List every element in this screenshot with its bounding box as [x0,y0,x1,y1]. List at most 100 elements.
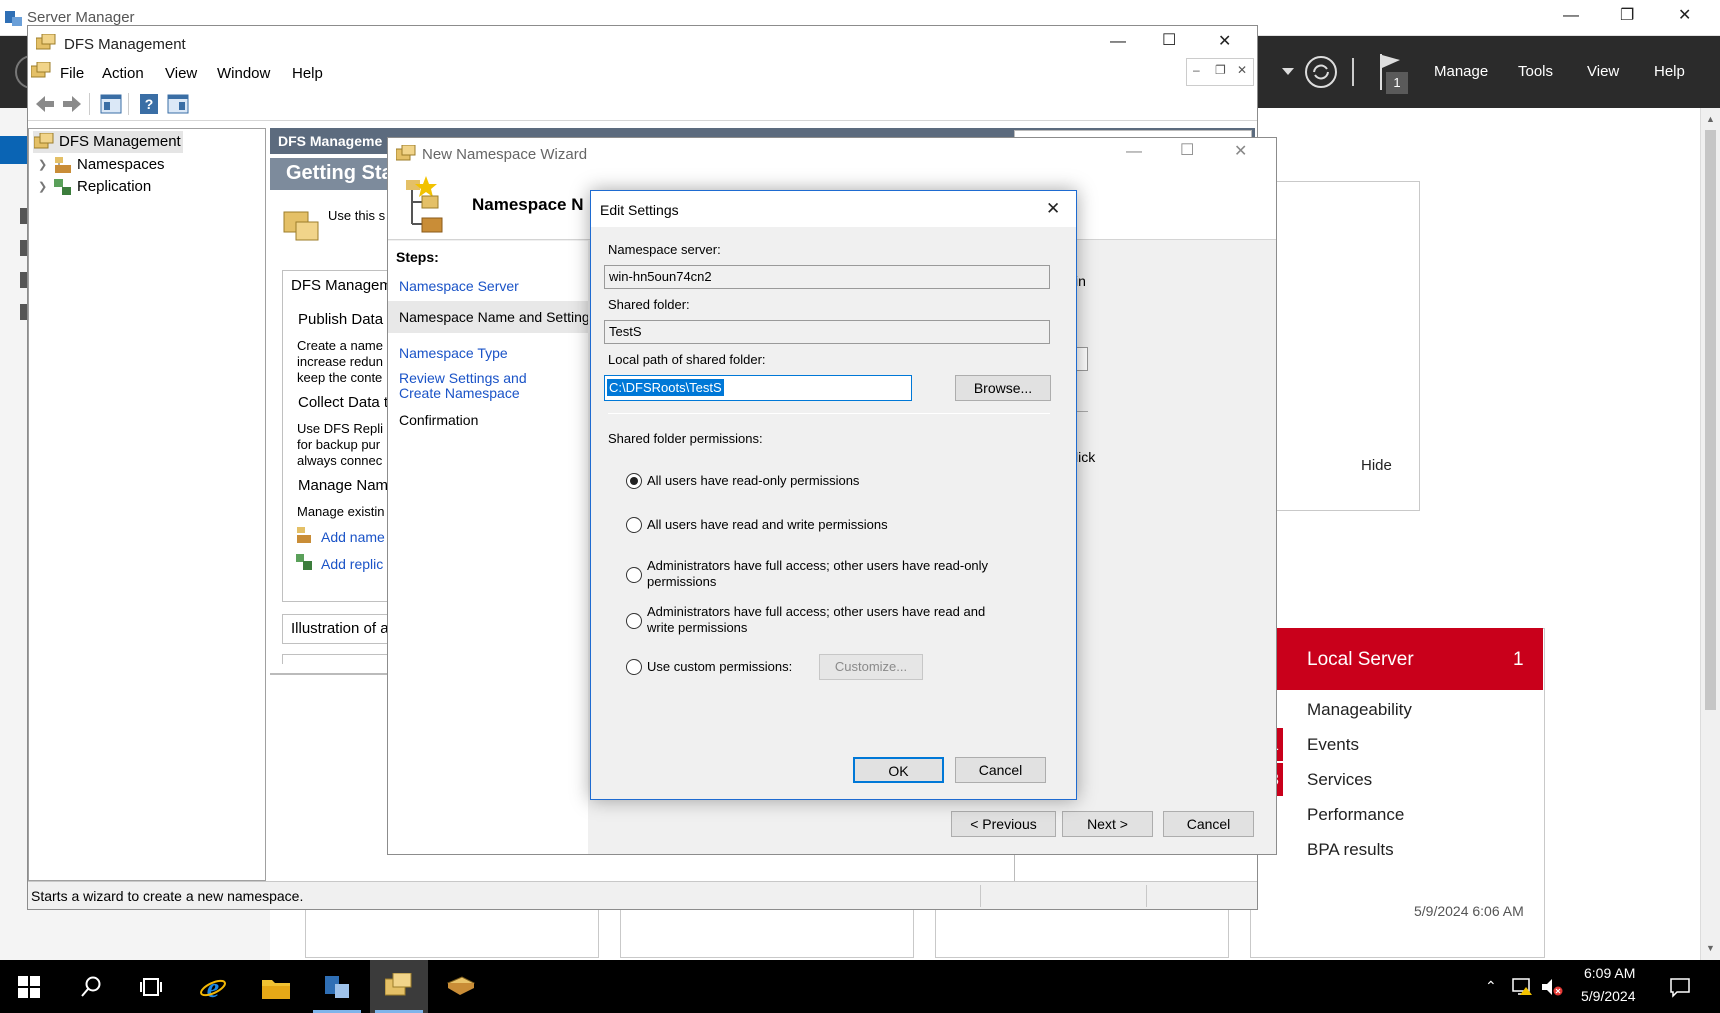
help-icon[interactable]: ? [138,93,160,115]
taskbar-server-manager[interactable] [308,960,366,1013]
wizard-maximize-button[interactable]: ☐ [1180,143,1194,159]
close-button[interactable]: ✕ [1678,8,1691,24]
dfs-maximize-button[interactable]: ☐ [1162,33,1176,49]
local-server-row-events[interactable]: 1 Events [1250,728,1543,763]
taskbar-dfs-management[interactable] [370,960,428,1013]
menu-window[interactable]: Window [217,65,270,82]
network-icon[interactable] [1512,977,1534,997]
radio-button[interactable] [626,517,642,533]
start-windows-icon[interactable] [18,976,40,998]
cancel-button[interactable]: Cancel [955,757,1046,783]
radio-button[interactable] [626,567,642,583]
vertical-scrollbar[interactable]: ▲ ▼ [1700,108,1720,960]
wizard-minimize-button[interactable]: — [1126,144,1142,160]
clock-time[interactable]: 6:09 AM [1584,965,1635,981]
radio-admin-full-read-write[interactable]: Administrators have full access; other u… [626,604,1026,638]
forward-arrow-icon[interactable] [61,94,83,114]
dialog-close-button[interactable]: ✕ [1046,200,1060,217]
tree-label: Replication [77,178,152,195]
add-replication-link[interactable]: Add replic [321,556,383,572]
mdi-restore-button[interactable]: ❐ [1215,63,1226,77]
task-view-icon[interactable] [140,976,162,998]
radio-read-write[interactable]: All users have read and write permission… [626,516,1026,536]
radio-label: All users have read-only permissions [647,473,860,488]
restore-button[interactable]: ❐ [1620,8,1634,24]
book-icon [446,975,476,997]
radio-button[interactable] [626,613,642,629]
scrollbar-thumb[interactable] [1705,130,1716,710]
tree-item-replication[interactable]: Replication [53,176,183,198]
local-path-input[interactable]: C:\DFSRoots\TestS [604,375,912,401]
browse-button[interactable]: Browse... [955,375,1051,401]
menu-help[interactable]: Help [292,65,323,82]
collect-heading: Collect Data t [298,394,389,411]
mdi-close-button[interactable]: ✕ [1237,63,1247,77]
manage-heading: Manage Nam [298,477,389,494]
show-hide-tree-icon[interactable] [100,93,122,115]
menu-file[interactable]: File [60,65,84,82]
namespace-server-field[interactable]: win-hn5oun74cn2 [604,265,1050,289]
step-review-settings[interactable]: Review Settings and Create Namespace [399,371,569,401]
clock-date[interactable]: 5/9/2024 [1581,988,1636,1004]
server-label: Namespace server: [608,242,721,257]
dropdown-arrow-icon[interactable] [1282,68,1294,76]
step-namespace-server[interactable]: Namespace Server [399,278,519,294]
scroll-up-arrow[interactable]: ▲ [1706,114,1715,124]
expand-namespaces-icon[interactable]: ❯ [38,158,47,171]
window-title: Server Manager [27,9,135,26]
add-namespace-icon [295,526,313,544]
step-namespace-name-settings: Namespace Name and Settings [399,309,597,325]
shared-folder-field[interactable]: TestS [604,320,1050,344]
wizard-cancel-button[interactable]: Cancel [1163,811,1254,837]
menu-tools[interactable]: Tools [1518,63,1553,80]
hide-link[interactable]: Hide [1361,457,1392,474]
local-server-row-bpa[interactable]: BPA results [1250,833,1543,868]
previous-button[interactable]: < Previous [951,811,1056,837]
wizard-close-button[interactable]: ✕ [1234,144,1247,160]
mdi-minimize-button[interactable]: – [1193,63,1200,77]
local-server-header[interactable]: Local Server 1 [1250,628,1543,690]
internet-explorer-icon[interactable]: e [199,973,227,1001]
refresh-icon[interactable] [1304,55,1338,89]
radio-read-only[interactable]: All users have read-only permissions [626,472,1026,492]
ok-button[interactable]: OK [853,757,944,783]
status-bar: Starts a wizard to create a new namespac… [28,881,1257,909]
file-explorer-icon[interactable] [262,976,290,1000]
show-action-pane-icon[interactable] [167,93,189,115]
back-arrow-icon[interactable] [34,94,56,114]
taskbar: e ⌃ 6:09 AM 5/9/2024 [0,960,1720,1013]
action-center-icon[interactable] [1669,976,1691,998]
illustration-title: Illustration of a [291,620,389,637]
menu-view[interactable]: View [165,65,197,82]
local-server-row-performance[interactable]: Performance [1250,798,1543,833]
nav-dashboard-item[interactable] [0,136,28,164]
dfs-minimize-button[interactable]: — [1110,34,1126,50]
radio-button[interactable] [626,659,642,675]
local-server-row-services[interactable]: 3 Services [1250,763,1543,798]
local-server-row-manageability[interactable]: Manageability [1250,693,1543,728]
search-icon[interactable] [80,976,102,998]
minimize-button[interactable]: — [1563,8,1579,24]
tree-item-namespaces[interactable]: Namespaces [53,154,183,176]
step-namespace-type[interactable]: Namespace Type [399,345,508,361]
show-hidden-icons-chevron[interactable]: ⌃ [1485,978,1497,995]
next-button[interactable]: Next > [1062,811,1153,837]
taskbar-app[interactable] [432,960,490,1013]
radio-custom-permissions[interactable]: Use custom permissions: [626,658,806,678]
volume-muted-icon[interactable] [1541,977,1563,997]
add-namespace-link[interactable]: Add name [321,529,385,545]
menu-help[interactable]: Help [1654,63,1685,80]
menu-action[interactable]: Action [102,65,144,82]
scroll-down-arrow[interactable]: ▼ [1706,943,1715,953]
tree-label: DFS Management [59,133,181,150]
expand-replication-icon[interactable]: ❯ [38,180,47,193]
dfs-close-button[interactable]: ✕ [1218,34,1231,50]
menu-manage[interactable]: Manage [1434,63,1488,80]
dfs-menubar: File Action View Window Help – ❐ ✕ [28,58,1257,87]
radio-button-selected[interactable] [626,473,642,489]
radio-label: Administrators have full access; other u… [647,558,989,589]
tree-item-dfs-management[interactable]: DFS Management [33,131,183,153]
menu-view[interactable]: View [1587,63,1619,80]
collect-line: for backup pur [297,437,381,452]
radio-admin-full-read-only[interactable]: Administrators have full access; other u… [626,558,1026,592]
